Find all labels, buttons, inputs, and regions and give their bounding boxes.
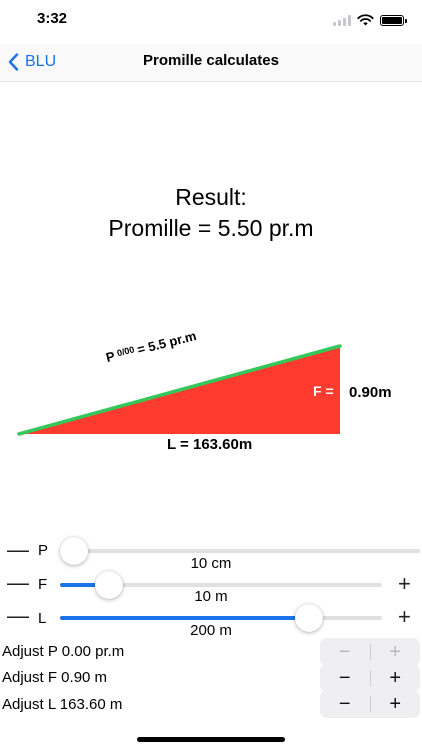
- f-plus-button[interactable]: +: [398, 573, 411, 595]
- home-indicator: [137, 737, 285, 742]
- fall-value: 0.90m: [349, 384, 392, 401]
- adjust-f-increment[interactable]: +: [371, 664, 421, 692]
- adjust-f-stepper[interactable]: − +: [320, 664, 420, 692]
- adjust-p-decrement[interactable]: −: [320, 638, 370, 666]
- l-slider-thumb[interactable]: [295, 604, 324, 632]
- fall-label: F =: [313, 383, 334, 399]
- length-label: L = 163.60m: [167, 436, 253, 453]
- result-label: Result:: [175, 184, 247, 210]
- signal-icon: [333, 14, 351, 26]
- wifi-icon: [357, 14, 374, 26]
- p-slider-value: 10 cm: [190, 555, 232, 572]
- adjust-l-increment[interactable]: +: [371, 690, 421, 718]
- l-slider-value: 200 m: [190, 622, 232, 639]
- f-minus-button[interactable]: —: [7, 572, 29, 594]
- navigation-bar: BLU Promille calculates: [0, 44, 422, 82]
- f-slider-value: 10 m: [194, 588, 228, 605]
- adjust-p-label: Adjust P 0.00 pr.m: [2, 643, 125, 660]
- adjust-p-stepper[interactable]: − +: [320, 638, 420, 666]
- result-value: Promille = 5.50 pr.m: [108, 215, 314, 241]
- adjust-f-decrement[interactable]: −: [320, 664, 370, 692]
- page-title: Promille calculates: [143, 52, 279, 69]
- l-slider-fill: [60, 616, 310, 620]
- f-slider[interactable]: [60, 571, 382, 599]
- adjust-l-stepper[interactable]: − +: [320, 690, 420, 718]
- p-slider-thumb[interactable]: [60, 537, 88, 565]
- f-slider-thumb[interactable]: [95, 571, 124, 599]
- battery-icon: [380, 14, 407, 26]
- p-slider[interactable]: [60, 537, 420, 565]
- adjust-l-label: Adjust L 163.60 m: [2, 696, 123, 713]
- status-icons: [333, 12, 407, 28]
- p-slider-letter: P: [38, 542, 49, 559]
- l-minus-button[interactable]: —: [7, 605, 29, 627]
- l-slider-letter: L: [38, 610, 47, 627]
- adjust-f-label: Adjust F 0.90 m: [2, 669, 108, 686]
- status-time: 3:32: [37, 10, 68, 27]
- l-plus-button[interactable]: +: [398, 606, 411, 628]
- adjust-p-increment[interactable]: +: [371, 638, 421, 666]
- adjust-l-decrement[interactable]: −: [320, 690, 370, 718]
- promille-subscript: 0/00: [115, 344, 136, 359]
- l-slider[interactable]: [60, 604, 382, 632]
- p-minus-button[interactable]: —: [7, 539, 29, 561]
- f-slider-letter: F: [38, 576, 48, 593]
